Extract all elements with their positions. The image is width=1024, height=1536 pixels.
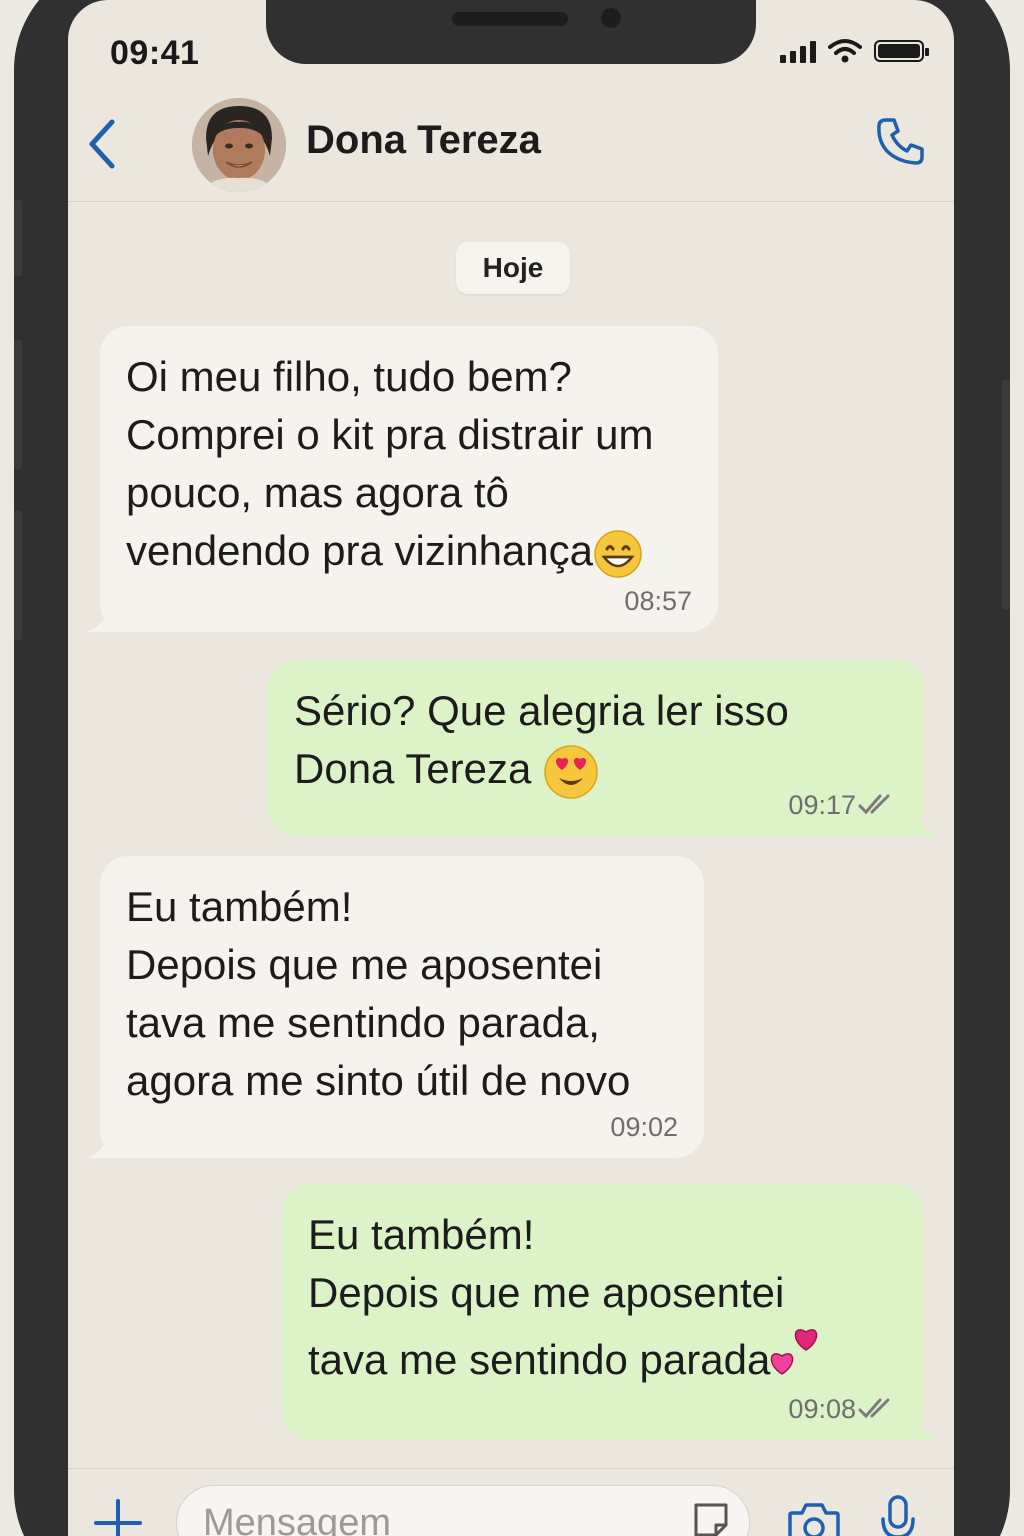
message-time: 08:57 xyxy=(624,586,692,616)
camera-icon xyxy=(788,1503,840,1536)
microphone-button[interactable] xyxy=(878,1493,918,1536)
back-button[interactable] xyxy=(82,114,122,174)
message-text: Sério? Que alegria ler isso Dona Tereza xyxy=(294,682,898,800)
signal-icon xyxy=(780,39,816,63)
chevron-left-icon xyxy=(89,119,115,169)
mute-switch xyxy=(14,200,22,276)
double-check-icon xyxy=(858,794,890,815)
bubble-tail xyxy=(898,806,938,836)
microphone-icon xyxy=(881,1495,915,1536)
status-icons xyxy=(780,38,929,64)
wifi-icon xyxy=(828,39,862,63)
speaker xyxy=(452,12,568,26)
message-text: Eu também! Depois que me aposentei tava … xyxy=(308,1206,898,1389)
bubble-tail xyxy=(898,1410,938,1440)
attach-button[interactable] xyxy=(92,1497,144,1536)
message-text: Eu também! Depois que me aposentei tava … xyxy=(126,883,631,1104)
status-time: 09:41 xyxy=(110,34,200,72)
voice-call-button[interactable] xyxy=(874,114,928,168)
message-input-bar xyxy=(68,1468,954,1536)
message-meta: 09:08 xyxy=(788,1394,898,1424)
message-time: 09:17 xyxy=(788,790,856,820)
two-hearts-icon xyxy=(771,1329,818,1375)
bubble-tail xyxy=(86,1128,126,1158)
date-divider: Hoje xyxy=(456,242,570,294)
contact-avatar[interactable] xyxy=(192,98,286,192)
avatar-portrait xyxy=(192,98,286,192)
heart-eyes-face-icon xyxy=(544,745,598,799)
volume-up-button xyxy=(14,340,22,470)
power-button xyxy=(1002,380,1010,610)
message-bubble-incoming[interactable]: Eu também! Depois que me aposentei tava … xyxy=(86,856,704,1158)
bubble-tail xyxy=(86,602,126,632)
chat-screen: 09:41 Dona Tereza Hoje Oi meu filho, tud… xyxy=(68,0,954,1536)
front-camera xyxy=(601,8,621,28)
message-input[interactable] xyxy=(176,1485,750,1536)
message-bubble-incoming[interactable]: Oi meu filho, tudo bem? Comprei o kit pr… xyxy=(86,326,718,632)
grinning-face-icon xyxy=(594,530,642,578)
message-text: Oi meu filho, tudo bem? Comprei o kit pr… xyxy=(126,348,692,580)
message-meta: 09:02 xyxy=(610,1112,678,1142)
sticker-icon xyxy=(694,1503,728,1536)
message-time: 09:02 xyxy=(610,1112,678,1142)
chat-header: Dona Tereza xyxy=(68,92,954,202)
double-check-icon xyxy=(858,1398,890,1419)
camera-button[interactable] xyxy=(786,1499,842,1536)
message-time: 09:08 xyxy=(788,1394,856,1424)
message-meta: 08:57 xyxy=(624,586,692,616)
notch xyxy=(266,0,756,64)
plus-icon xyxy=(94,1499,142,1536)
battery-icon xyxy=(874,40,929,62)
sticker-button[interactable] xyxy=(690,1499,732,1536)
message-bubble-outgoing[interactable]: Sério? Que alegria ler isso Dona Tereza … xyxy=(268,660,938,836)
phone-icon xyxy=(877,118,924,165)
contact-name[interactable]: Dona Tereza xyxy=(306,118,541,163)
volume-down-button xyxy=(14,510,22,640)
message-bubble-outgoing[interactable]: Eu também! Depois que me aposentei tava … xyxy=(282,1184,938,1440)
message-meta: 09:17 xyxy=(788,790,898,820)
